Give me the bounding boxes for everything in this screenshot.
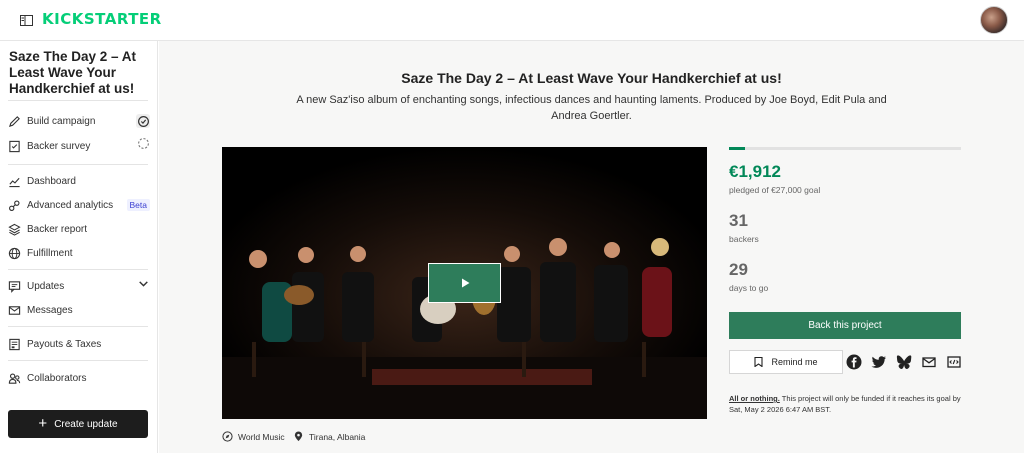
remind-me-button[interactable]: Remind me [729,350,843,374]
all-or-nothing-link[interactable]: All or nothing. [729,394,780,403]
project-main: Saze The Day 2 – At Least Wave Your Hand… [159,41,1024,453]
check-circle-icon [136,114,150,128]
backers-label: backers [729,234,759,244]
project-title: Saze The Day 2 – At Least Wave Your Hand… [401,70,782,86]
sidebar-toggle-icon[interactable] [20,13,33,26]
days-to-go-label: days to go [729,283,769,293]
play-button[interactable] [428,263,501,303]
sidebar-item-payouts-taxes[interactable]: Payouts & Taxes [8,334,150,354]
pencil-icon [8,115,20,127]
create-update-button[interactable]: + Create update [8,410,148,438]
category-tag[interactable]: World Music [222,431,285,442]
back-this-project-button[interactable]: Back this project [729,312,961,339]
divider [8,360,148,361]
category-label: World Music [238,431,285,442]
sidebar-project-title: Saze The Day 2 – At Least Wave Your Hand… [9,49,137,96]
sidebar-item-advanced-analytics[interactable]: Advanced analytics Beta [8,195,150,215]
create-update-label: Create update [54,418,118,430]
project-blurb: A new Saz'iso album of enchanting songs,… [296,94,887,122]
sidebar-item-messages[interactable]: Messages [8,300,150,320]
globe-icon [8,247,21,259]
plus-icon: + [38,415,48,432]
divider [8,164,148,165]
mail-icon [8,305,21,315]
project-video[interactable] [222,147,707,419]
analytics-icon [9,199,20,211]
people-icon [8,372,21,384]
sidebar-item-updates[interactable]: Updates [8,276,150,296]
sidebar-item-label: Backer survey [27,140,91,152]
sidebar-item-label: Fulfillment [27,247,73,259]
layers-icon [8,223,21,236]
days-to-go-count: 29 [729,260,748,279]
sidebar-item-label: Advanced analytics [27,199,114,211]
chevron-down-icon[interactable] [137,277,150,295]
sidebar-item-dashboard[interactable]: Dashboard [8,171,150,191]
location-pin-icon [294,431,303,442]
location-tag[interactable]: Tirana, Albania [293,431,365,442]
divider [8,100,148,101]
user-avatar[interactable] [980,6,1008,34]
sidebar-item-collaborators[interactable]: Collaborators [8,368,150,388]
kickstarter-logo[interactable]: KICKSTARTER [42,10,162,28]
compass-icon [222,431,233,442]
twitter-icon[interactable] [871,354,887,370]
play-icon [461,278,469,288]
embed-icon[interactable] [946,354,962,370]
sidebar-item-label: Messages [27,304,73,316]
divider [8,269,148,270]
receipt-icon [9,338,20,350]
sidebar-item-label: Updates [27,280,65,292]
sidebar: Saze The Day 2 – At Least Wave Your Hand… [0,41,158,453]
sidebar-item-fulfillment[interactable]: Fulfillment [8,243,150,263]
bookmark-icon [754,357,764,367]
pledged-goal-text: pledged of €27,000 goal [729,185,821,195]
all-or-nothing-notice: All or nothing. This project will only b… [729,393,961,415]
facebook-icon[interactable] [846,354,862,370]
backers-count: 31 [729,211,748,230]
pending-circle-icon [137,137,150,155]
updates-icon [8,280,21,293]
sidebar-item-label: Dashboard [27,175,76,187]
sidebar-item-build-campaign[interactable]: Build campaign [8,111,150,131]
funding-progress-bar [729,147,961,150]
top-bar: KICKSTARTER [0,0,1024,41]
pledged-amount: €1,912 [729,162,781,181]
funding-progress-fill [729,147,746,150]
beta-badge: Beta [126,199,150,211]
chart-line-icon [9,177,20,187]
bluesky-icon[interactable] [896,354,912,370]
divider [8,326,148,327]
email-share-icon[interactable] [921,354,937,370]
sidebar-item-label: Collaborators [27,372,87,384]
location-label: Tirana, Albania [309,431,366,442]
sidebar-item-label: Payouts & Taxes [27,338,102,350]
sidebar-item-label: Backer report [27,223,88,235]
sidebar-item-label: Build campaign [27,115,96,127]
sidebar-item-backer-report[interactable]: Backer report [8,219,150,239]
remind-me-label: Remind me [771,357,818,367]
survey-icon [9,140,20,152]
sidebar-item-backer-survey[interactable]: Backer survey [8,136,150,156]
